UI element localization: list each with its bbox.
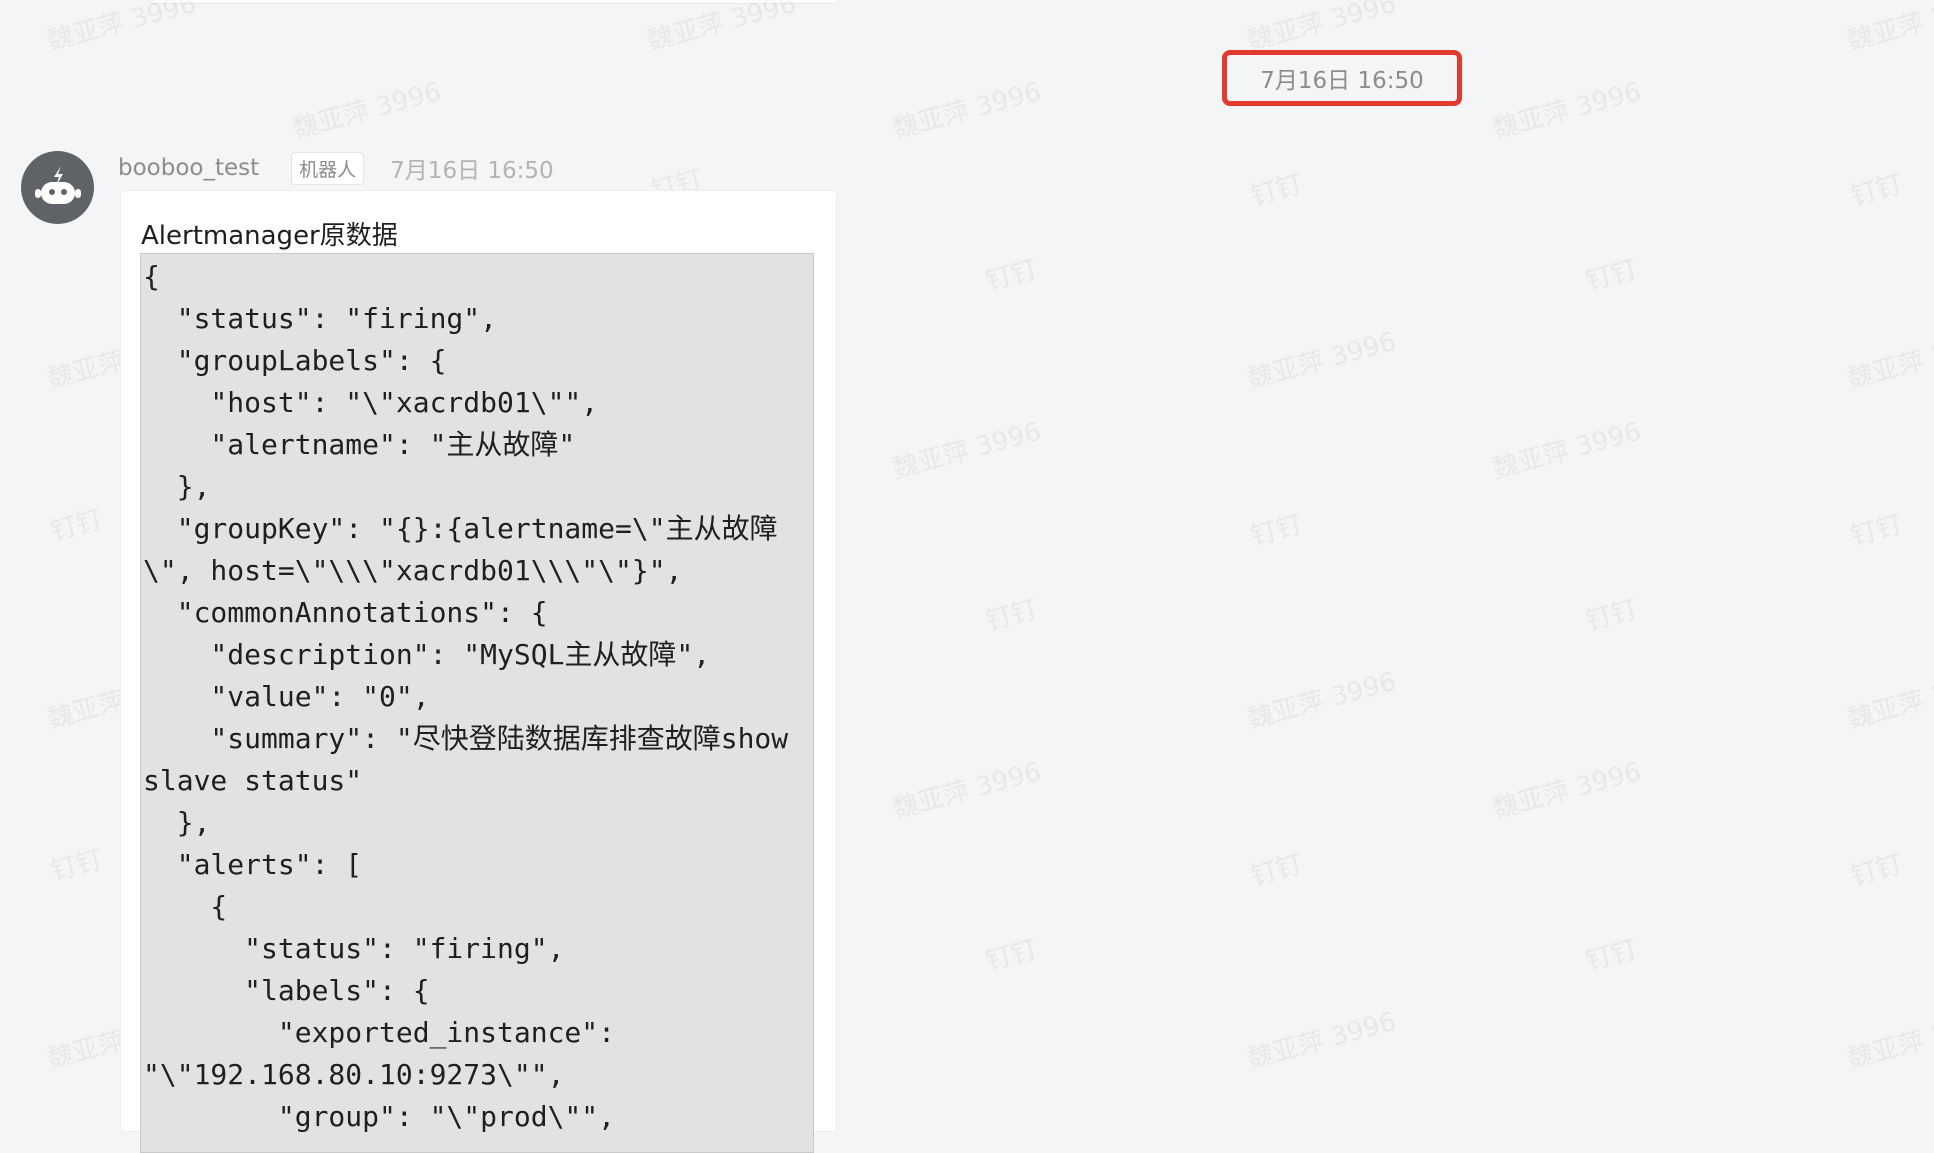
watermark-app: 钉钉 bbox=[47, 844, 106, 888]
watermark-text: 魏亚萍 3996 bbox=[1244, 1006, 1400, 1076]
date-divider-highlighted: 7月16日 16:50 bbox=[1222, 50, 1462, 106]
message-timestamp: 7月16日 16:50 bbox=[390, 158, 554, 184]
watermark-text: 魏亚萍 3996 bbox=[1844, 666, 1934, 736]
watermark-app: 钉钉 bbox=[982, 934, 1041, 978]
watermark-text: 魏亚萍 3996 bbox=[1489, 76, 1645, 146]
watermark-app: 钉钉 bbox=[1847, 849, 1906, 893]
watermark-app: 钉钉 bbox=[47, 504, 106, 548]
watermark-text: 魏亚萍 3996 bbox=[889, 416, 1045, 486]
date-divider-label: 7月16日 16:50 bbox=[1260, 68, 1424, 94]
watermark-app: 钉钉 bbox=[1247, 509, 1306, 553]
robot-badge: 机器人 bbox=[291, 151, 365, 185]
watermark-text: 魏亚萍 3996 bbox=[1244, 666, 1400, 736]
message-header: booboo_test 机器人 7月16日 16:50 bbox=[118, 150, 554, 186]
watermark-app: 钉钉 bbox=[1247, 849, 1306, 893]
watermark-app: 钉钉 bbox=[1847, 169, 1906, 213]
watermark-app: 钉钉 bbox=[982, 254, 1041, 298]
watermark-app: 钉钉 bbox=[1247, 169, 1306, 213]
watermark-text: 魏亚萍 3996 bbox=[289, 76, 445, 146]
watermark-text: 魏亚萍 3996 bbox=[1244, 326, 1400, 396]
robot-avatar[interactable] bbox=[21, 151, 94, 224]
watermark-app: 钉钉 bbox=[1582, 254, 1641, 298]
watermark-text: 魏亚萍 3996 bbox=[1844, 1006, 1934, 1076]
watermark-text: 魏亚萍 3996 bbox=[889, 76, 1045, 146]
alert-json-code-block[interactable]: { "status": "firing", "groupLabels": { "… bbox=[140, 253, 814, 1153]
watermark-text: 魏亚萍 3996 bbox=[644, 0, 800, 58]
watermark-text: 魏亚萍 3996 bbox=[44, 0, 200, 58]
message-bubble[interactable]: Alertmanager原数据 { "status": "firing", "g… bbox=[121, 191, 836, 1153]
watermark-text: 魏亚萍 3996 bbox=[1489, 756, 1645, 826]
watermark-app: 钉钉 bbox=[1582, 594, 1641, 638]
watermark-text: 魏亚萍 3996 bbox=[1489, 416, 1645, 486]
previous-message-card bbox=[153, 0, 835, 4]
watermark-app: 钉钉 bbox=[982, 594, 1041, 638]
watermark-app: 钉钉 bbox=[1582, 934, 1641, 978]
watermark-text: 魏亚萍 3996 bbox=[1844, 326, 1934, 396]
message-title: Alertmanager原数据 bbox=[141, 221, 398, 251]
watermark-text: 魏亚萍 3996 bbox=[1844, 0, 1934, 58]
robot-icon bbox=[34, 165, 81, 204]
sender-name[interactable]: booboo_test bbox=[118, 155, 259, 181]
watermark-text: 魏亚萍 3996 bbox=[889, 756, 1045, 826]
watermark-app: 钉钉 bbox=[1847, 509, 1906, 553]
